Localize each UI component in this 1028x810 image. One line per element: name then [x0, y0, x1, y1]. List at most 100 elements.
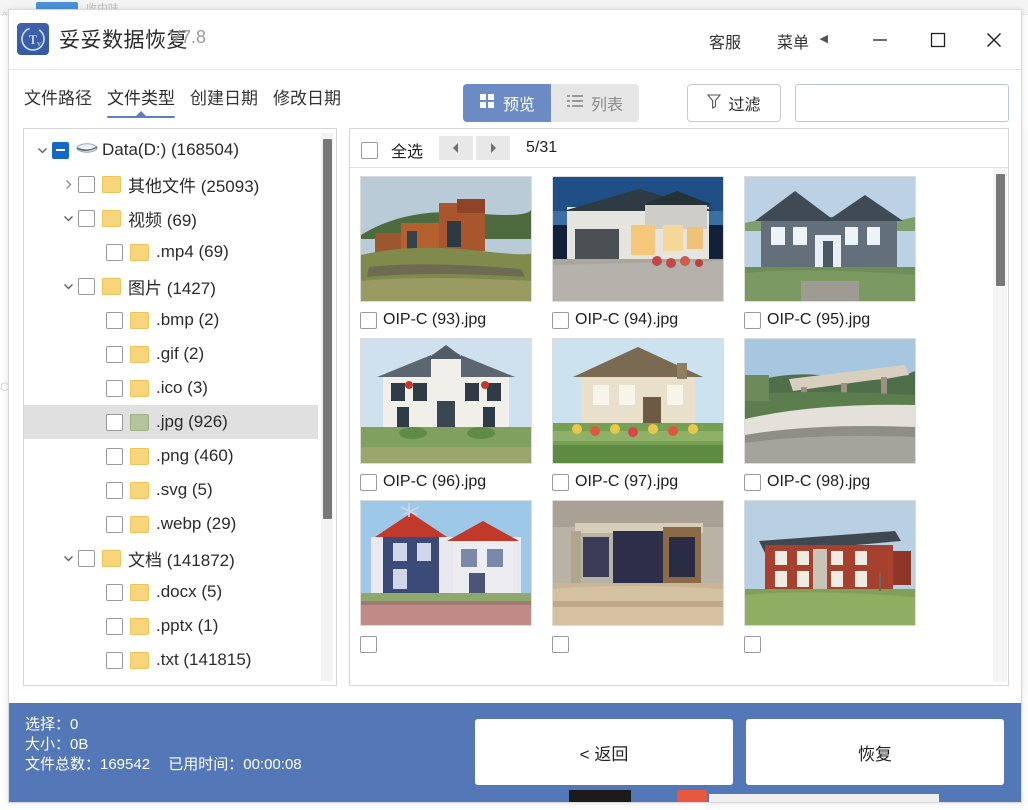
thumbnail-cell[interactable] — [744, 500, 936, 662]
tree-item-label: .txt (141815) — [156, 650, 252, 669]
tree-item-.webp[interactable]: .webp (29) — [24, 507, 318, 541]
tree-item-label: .jpg (926) — [156, 412, 228, 431]
tree-item-checkbox[interactable] — [78, 209, 95, 227]
tree-item-checkbox[interactable] — [106, 379, 123, 397]
select-all-box-icon — [361, 141, 378, 159]
tree-item-checkbox[interactable] — [78, 175, 95, 193]
tab-label: 文件路径 — [24, 89, 92, 108]
thumbnail-cell[interactable] — [360, 500, 552, 662]
thumbnail-cell[interactable]: OIP-C (96).jpg — [360, 338, 552, 500]
tree-item-checkbox[interactable] — [106, 651, 123, 669]
view-preview-button[interactable]: 预览 — [463, 84, 552, 122]
thumbnail-cell[interactable]: OIP-C (98).jpg — [744, 338, 936, 500]
tree-item-.gif[interactable]: .gif (2) — [24, 337, 318, 371]
thumbnail-image[interactable] — [552, 338, 724, 464]
tree-item-row2[interactable]: 视频 (69) — [24, 201, 318, 235]
thumbnail-image[interactable] — [360, 338, 532, 464]
chevron-down-icon[interactable] — [58, 213, 78, 224]
back-button[interactable]: < 返回 — [475, 719, 733, 785]
tree-item-checkbox[interactable] — [78, 549, 95, 567]
file-checkbox[interactable] — [744, 473, 761, 491]
tree-item-.bmp[interactable]: .bmp (2) — [24, 303, 318, 337]
tree-item-checkbox[interactable] — [106, 515, 123, 533]
tree-item-label: 文档 (141872) — [128, 550, 235, 570]
grid-scrollbar-thumb[interactable] — [996, 174, 1005, 286]
filter-button[interactable]: 过滤 — [687, 84, 781, 122]
app-version: V7.8 — [169, 27, 207, 47]
select-all-checkbox[interactable]: 全选 — [361, 138, 423, 162]
tree-item-label: Data(D:) (168504) — [102, 140, 240, 159]
thumbnail-image[interactable] — [360, 500, 532, 626]
sidebar-scrollbar-thumb[interactable] — [323, 139, 332, 519]
maximize-button[interactable] — [915, 20, 961, 60]
tree-item-.jpg[interactable]: .jpg (926) — [24, 405, 318, 439]
tree-item-.png[interactable]: .png (460) — [24, 439, 318, 473]
file-checkbox[interactable] — [360, 473, 377, 491]
thumbnail-cell[interactable]: OIP-C (93).jpg — [360, 176, 552, 338]
tree-item-Data(D:)[interactable]: Data(D:) (168504) — [24, 133, 318, 167]
menu-link[interactable]: 菜单 — [777, 29, 809, 53]
tree-item-checkbox[interactable] — [106, 311, 123, 329]
menu-caret-icon[interactable]: ◀ — [820, 32, 828, 45]
tree-item-row1[interactable]: 其他文件 (25093) — [24, 167, 318, 201]
tab-create-date[interactable]: 创建日期 — [189, 82, 259, 121]
thumbnail-cell[interactable] — [552, 500, 744, 662]
status-total-files: 文件总数：169542 — [25, 756, 151, 773]
tree-item-label: .mp4 (69) — [156, 242, 229, 261]
tree-item-.mp4[interactable]: .mp4 (69) — [24, 235, 318, 269]
thumbnail-image[interactable] — [552, 176, 724, 302]
close-button[interactable] — [971, 20, 1017, 60]
thumbnail-cell[interactable]: OIP-C (94).jpg — [552, 176, 744, 338]
tab-file-path[interactable]: 文件路径 — [23, 82, 93, 121]
recover-button[interactable]: 恢复 — [746, 719, 1004, 785]
tree-item-label: .webp (29) — [156, 514, 237, 533]
tree-item-checkbox[interactable] — [106, 583, 123, 601]
tree-item-row12[interactable]: 文档 (141872) — [24, 541, 318, 575]
tab-modify-date[interactable]: 修改日期 — [272, 82, 342, 121]
file-checkbox[interactable] — [552, 311, 569, 329]
chevron-down-icon[interactable] — [58, 553, 78, 564]
tree-item-checkbox[interactable] — [52, 141, 69, 159]
thumbnail-cell[interactable]: OIP-C (97).jpg — [552, 338, 744, 500]
chevron-right-icon[interactable] — [58, 179, 78, 190]
file-checkbox[interactable] — [552, 635, 569, 653]
tree-item-checkbox[interactable] — [106, 243, 123, 261]
thumbnail-image[interactable] — [744, 176, 916, 302]
file-checkbox[interactable] — [552, 473, 569, 491]
tree-item-checkbox[interactable] — [106, 447, 123, 465]
tree-item-checkbox[interactable] — [78, 277, 95, 295]
tree-item-.docx[interactable]: .docx (5) — [24, 575, 318, 609]
thumbnail-image[interactable] — [744, 500, 916, 626]
tree-item-checkbox[interactable] — [106, 481, 123, 499]
tree-item-checkbox[interactable] — [106, 345, 123, 363]
next-page-button[interactable] — [476, 136, 510, 160]
tree-item-row4[interactable]: 图片 (1427) — [24, 269, 318, 303]
tree-item-.txt[interactable]: .txt (141815) — [24, 643, 318, 677]
thumbnail-image[interactable] — [744, 338, 916, 464]
file-checkbox[interactable] — [360, 311, 377, 329]
file-checkbox[interactable] — [744, 635, 761, 653]
tree-item-.ico[interactable]: .ico (3) — [24, 371, 318, 405]
search-input[interactable] — [796, 85, 1008, 121]
chevron-down-icon[interactable] — [58, 281, 78, 292]
file-checkbox[interactable] — [744, 311, 761, 329]
thumbnail-image[interactable] — [360, 176, 532, 302]
tree-item-checkbox[interactable] — [106, 617, 123, 635]
chevron-down-icon[interactable] — [32, 145, 52, 156]
thumbnail-cell[interactable]: OIP-C (95).jpg — [744, 176, 936, 338]
prev-page-button[interactable] — [439, 136, 473, 160]
customer-service-link[interactable]: 客服 — [709, 29, 741, 53]
folder-icon — [130, 481, 149, 499]
view-list-button[interactable]: 列表 — [551, 84, 640, 122]
thumbnail-image[interactable] — [552, 500, 724, 626]
tree-item-checkbox[interactable] — [106, 413, 123, 431]
thumbnail-caption: OIP-C (95).jpg — [744, 302, 936, 338]
file-checkbox[interactable] — [360, 635, 377, 653]
tree-item-.pptx[interactable]: .pptx (1) — [24, 609, 318, 643]
tree-item-.svg[interactable]: .svg (5) — [24, 473, 318, 507]
tab-file-type[interactable]: 文件类型 — [106, 82, 176, 121]
toolbar: 文件路径 文件类型 创建日期 修改日期 预览 列表 过滤 — [9, 70, 1021, 128]
minimize-button[interactable] — [857, 20, 903, 60]
tree-item-label: 图片 (1427) — [128, 278, 216, 298]
tree-item-label: .bmp (2) — [156, 310, 220, 329]
